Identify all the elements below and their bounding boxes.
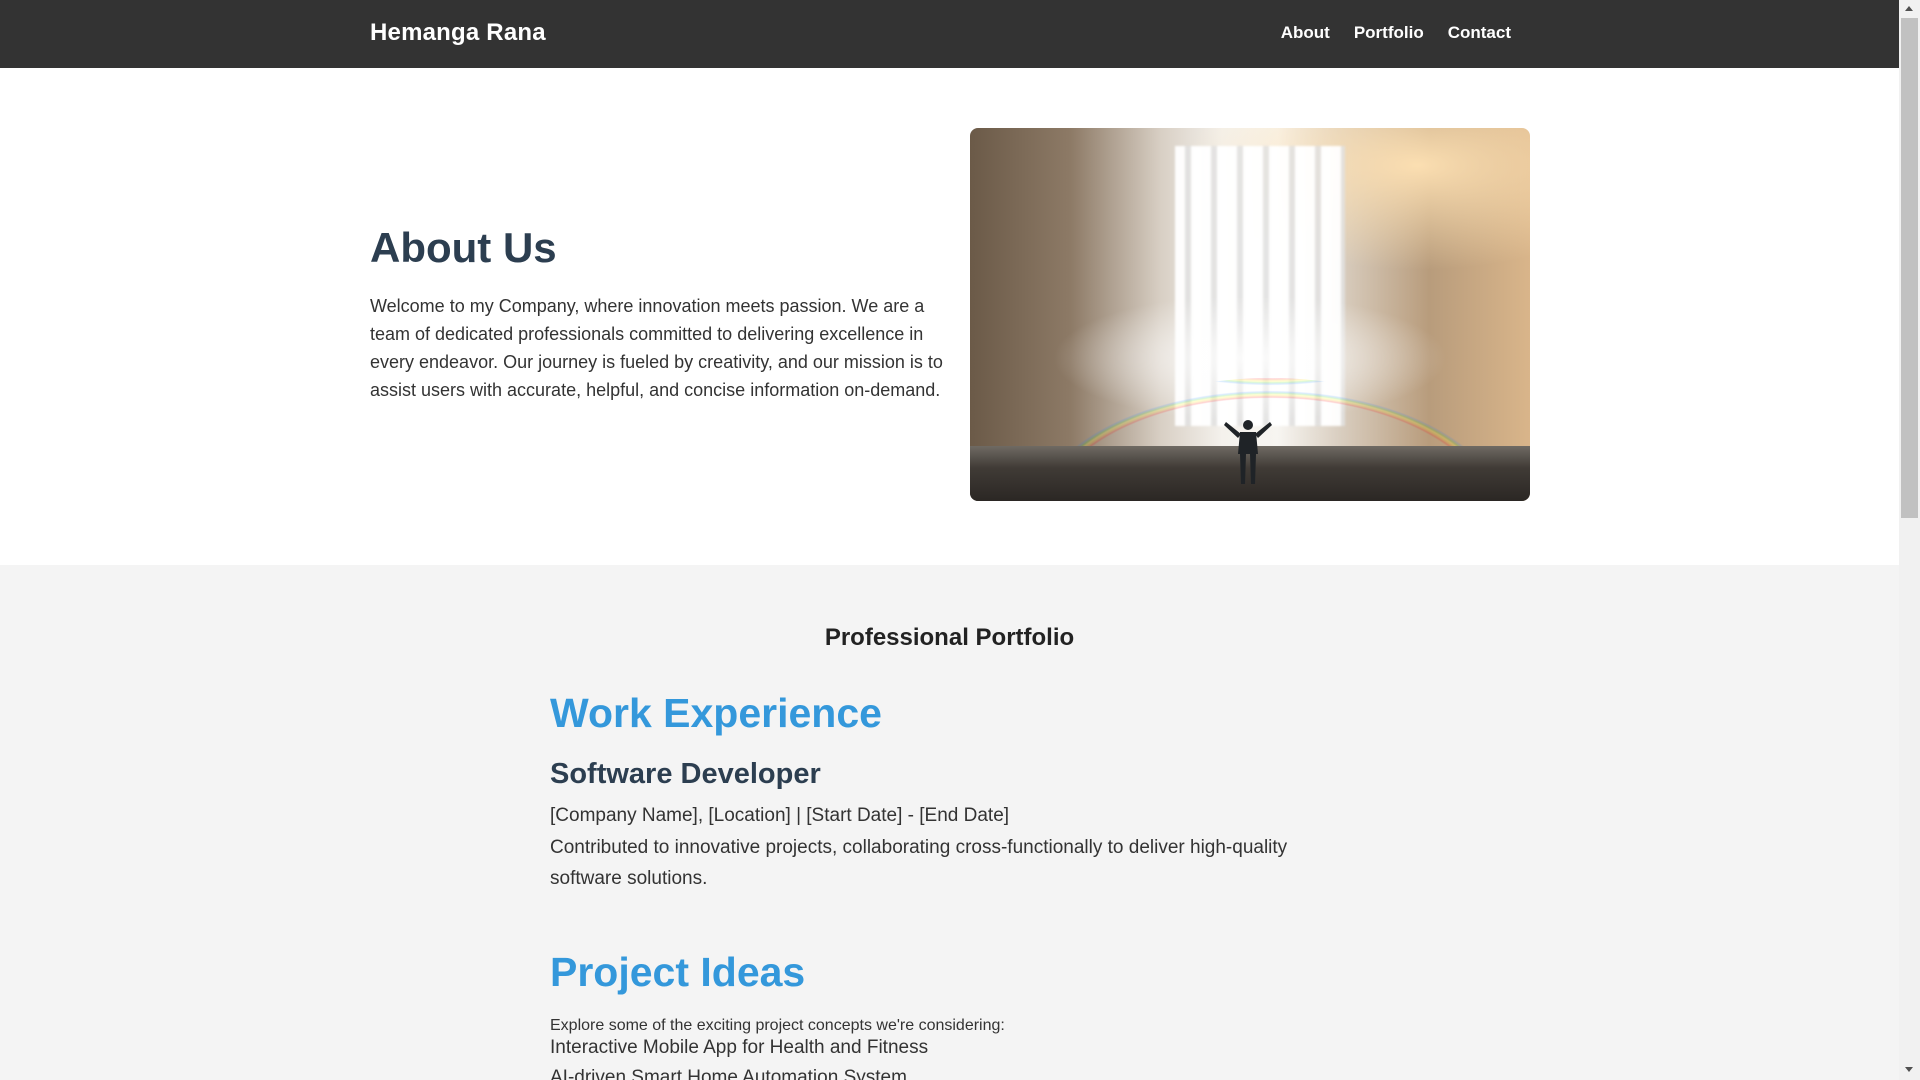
job-title: Software Developer <box>550 758 821 790</box>
projects-intro: Explore some of the exciting project con… <box>550 1017 1005 1034</box>
nav-link-portfolio[interactable]: Portfolio <box>1354 23 1424 43</box>
work-experience-heading: Work Experience <box>550 690 882 736</box>
portfolio-section: Professional Portfolio Work Experience S… <box>0 565 1899 1080</box>
scroll-up-arrow-icon[interactable] <box>1905 6 1913 11</box>
page: Hemanga Rana About Portfolio Contact Abo… <box>0 0 1899 1080</box>
about-section: About Us Welcome to my Company, where in… <box>0 68 1899 565</box>
job-description: Contributed to innovative projects, coll… <box>550 837 1288 889</box>
nav-links: About Portfolio Contact <box>1281 23 1511 43</box>
project-ideas-heading: Project Ideas <box>550 949 806 995</box>
job-meta: [Company Name], [Location] | [Start Date… <box>550 805 1010 826</box>
vertical-scrollbar[interactable] <box>1899 0 1920 1080</box>
waterfall-image <box>970 128 1530 501</box>
nav-link-contact[interactable]: Contact <box>1448 23 1511 43</box>
nav-link-about[interactable]: About <box>1281 23 1330 43</box>
project-item: AI-driven Smart Home Automation System <box>550 1067 907 1080</box>
top-navbar: Hemanga Rana About Portfolio Contact <box>0 0 1899 68</box>
person-silhouette <box>1224 420 1272 484</box>
about-text: Welcome to my Company, where innovation … <box>370 296 943 400</box>
scroll-down-arrow-icon[interactable] <box>1905 1067 1913 1072</box>
brand-name[interactable]: Hemanga Rana <box>370 19 546 47</box>
project-item: Interactive Mobile App for Health and Fi… <box>550 1037 929 1058</box>
portfolio-title: Professional Portfolio <box>824 624 1075 651</box>
about-title: About Us <box>370 224 557 271</box>
scrollbar-thumb[interactable] <box>1901 18 1918 518</box>
